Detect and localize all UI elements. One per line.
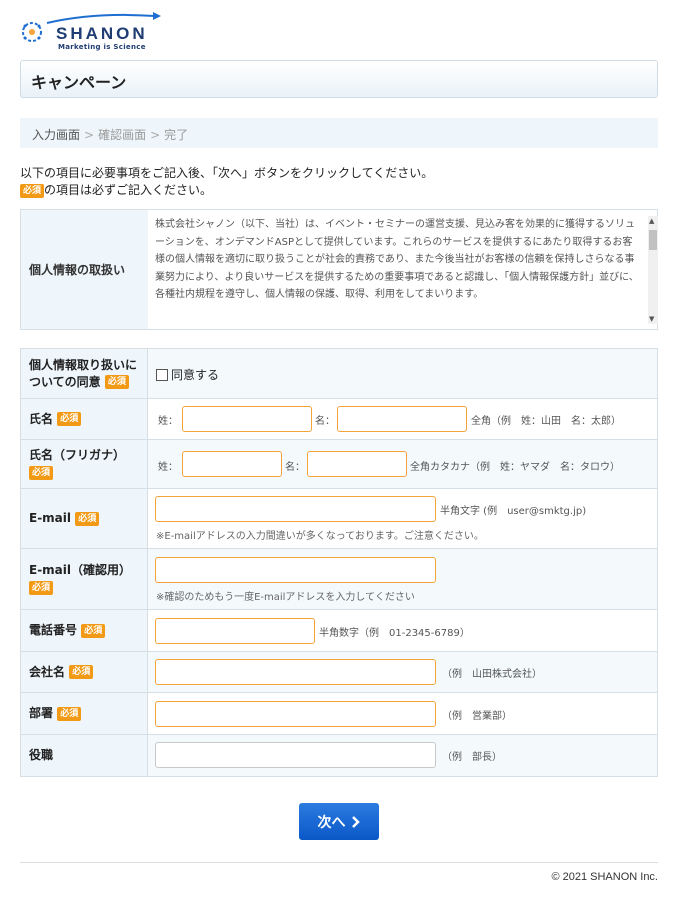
breadcrumb-step-input: 入力画面 xyxy=(32,128,81,142)
page-title-bar: キャンペーン xyxy=(20,60,658,98)
department-hint: （例 営業部） xyxy=(442,711,512,722)
company-hint: （例 山田株式会社） xyxy=(442,669,542,680)
name-label: 氏名 xyxy=(29,411,54,426)
phone-hint: 半角数字（例 01-2345-6789） xyxy=(319,628,470,639)
email-hint: 半角文字 (例 user@smktg.jp) xyxy=(440,506,587,517)
name-hint: 全角（例 姓：山田 名：太郎） xyxy=(471,416,621,427)
email-confirm-label-cell: E-mail（確認用） 必須 xyxy=(21,549,148,609)
email-confirm-row: E-mail（確認用） 必須 ※確認のためもう一度E-mailアドレスを入力してく… xyxy=(21,549,657,610)
name-row: 氏名 必須 姓： 名： 全角（例 姓：山田 名：太郎） xyxy=(21,399,657,440)
last-name-input[interactable] xyxy=(182,406,312,432)
last-name-kana-prefix: 姓： xyxy=(158,462,178,473)
required-badge: 必須 xyxy=(75,511,100,526)
consent-row: 個人情報取り扱いについての同意 必須 同意する xyxy=(21,349,657,399)
consent-checkbox[interactable] xyxy=(156,368,168,381)
phone-label-cell: 電話番号 必須 xyxy=(21,610,148,651)
copyright: © 2021 SHANON Inc. xyxy=(551,871,658,883)
entry-form: 個人情報取り扱いについての同意 必須 同意する 氏名 必須 姓： 名： 全角（例… xyxy=(20,348,658,777)
email-label: E-mail xyxy=(29,511,72,525)
intro-text: 以下の項目に必要事項をご記入後、「次へ」ボタンをクリックしてください。 必須 の項… xyxy=(20,165,433,199)
required-badge: 必須 xyxy=(57,412,82,426)
privacy-scrollbar[interactable]: ▲ ▼ xyxy=(648,216,658,324)
required-badge: 必須 xyxy=(81,623,106,638)
consent-checkbox-label[interactable]: 同意する xyxy=(156,366,219,383)
email-confirm-input[interactable] xyxy=(155,557,436,583)
first-name-prefix: 名： xyxy=(315,416,335,427)
page-title: キャンペーン xyxy=(31,73,127,92)
footer-divider xyxy=(20,862,658,863)
name-label-cell: 氏名 必須 xyxy=(21,399,148,439)
breadcrumb-step-complete: 完了 xyxy=(164,128,189,142)
breadcrumb-separator: > xyxy=(150,128,161,142)
required-badge: 必須 xyxy=(69,665,94,679)
email-label-cell: E-mail 必須 xyxy=(21,489,148,548)
email-row: E-mail 必須 半角文字 (例 user@smktg.jp) ※E-mail… xyxy=(21,489,657,549)
scroll-up-icon[interactable]: ▲ xyxy=(649,217,654,225)
next-button-label: 次へ xyxy=(317,814,346,831)
scroll-down-icon[interactable]: ▼ xyxy=(649,315,654,323)
required-badge: 必須 xyxy=(29,465,54,480)
department-label-cell: 部署 必須 xyxy=(21,693,148,734)
shanon-logo: SHANON Marketing is Science xyxy=(20,10,161,51)
position-row: 役職 （例 部長） xyxy=(21,735,657,776)
kana-label: 氏名（フリガナ） xyxy=(29,448,126,462)
kana-hint: 全角カタカナ（例 姓：ヤマダ 名：タロウ） xyxy=(410,462,620,473)
position-hint: （例 部長） xyxy=(442,752,502,763)
position-label: 役職 xyxy=(29,748,54,762)
email-confirm-label: E-mail（確認用） xyxy=(29,563,132,577)
privacy-label: 個人情報の取扱い xyxy=(21,210,148,329)
privacy-text-area[interactable]: 株式会社シャノン（以下、当社）は、イベント・セミナーの運営支援、見込み客を効果的… xyxy=(155,216,641,324)
phone-label: 電話番号 xyxy=(29,623,78,637)
email-confirm-note: ※確認のためもう一度E-mailアドレスを入力してください xyxy=(156,592,415,603)
breadcrumb-separator: > xyxy=(84,128,95,142)
consent-label-cell: 個人情報取り扱いについての同意 必須 xyxy=(21,349,148,398)
breadcrumb-step-confirm: 確認画面 xyxy=(98,128,147,142)
last-name-prefix: 姓： xyxy=(158,416,178,427)
first-name-input[interactable] xyxy=(337,406,467,432)
kana-row: 氏名（フリガナ） 必須 姓： 名： 全角カタカナ（例 姓：ヤマダ 名：タロウ） xyxy=(21,440,657,489)
required-badge: 必須 xyxy=(104,375,129,389)
last-name-kana-input[interactable] xyxy=(182,451,282,477)
intro-line-1: 以下の項目に必要事項をご記入後、「次へ」ボタンをクリックしてください。 xyxy=(20,166,434,180)
first-name-kana-prefix: 名： xyxy=(285,462,305,473)
department-label: 部署 xyxy=(29,706,54,720)
next-button[interactable]: 次へ xyxy=(299,803,379,840)
required-badge: 必須 xyxy=(20,183,45,198)
company-label: 会社名 xyxy=(29,664,66,679)
required-badge: 必須 xyxy=(29,580,54,595)
required-badge: 必須 xyxy=(57,706,82,721)
scrollbar-thumb[interactable] xyxy=(649,230,657,250)
breadcrumb: 入力画面 > 確認画面 > 完了 xyxy=(20,118,658,148)
department-row: 部署 必須 （例 営業部） xyxy=(21,693,657,735)
company-row: 会社名 必須 （例 山田株式会社） xyxy=(21,652,657,693)
position-label-cell: 役職 xyxy=(21,735,148,776)
consent-checkbox-text: 同意する xyxy=(171,368,220,382)
chevron-right-icon xyxy=(351,815,360,828)
logo-tagline: Marketing is Science xyxy=(58,43,146,51)
logo-wordmark: SHANON xyxy=(56,24,148,43)
department-input[interactable] xyxy=(155,701,436,727)
company-label-cell: 会社名 必須 xyxy=(21,652,148,692)
phone-row: 電話番号 必須 半角数字（例 01-2345-6789） xyxy=(21,610,657,652)
email-note: ※E-mailアドレスの入力間違いが多くなっております。ご注意ください。 xyxy=(156,531,484,542)
phone-input[interactable] xyxy=(155,618,315,644)
first-name-kana-input[interactable] xyxy=(307,451,407,477)
company-input[interactable] xyxy=(155,659,436,685)
position-input[interactable] xyxy=(155,742,436,768)
email-input[interactable] xyxy=(155,496,436,522)
kana-label-cell: 氏名（フリガナ） 必須 xyxy=(21,440,148,488)
intro-line-2: の項目は必ずご記入ください。 xyxy=(44,183,213,197)
privacy-policy-section: 個人情報の取扱い 株式会社シャノン（以下、当社）は、イベント・セミナーの運営支援… xyxy=(20,209,658,330)
